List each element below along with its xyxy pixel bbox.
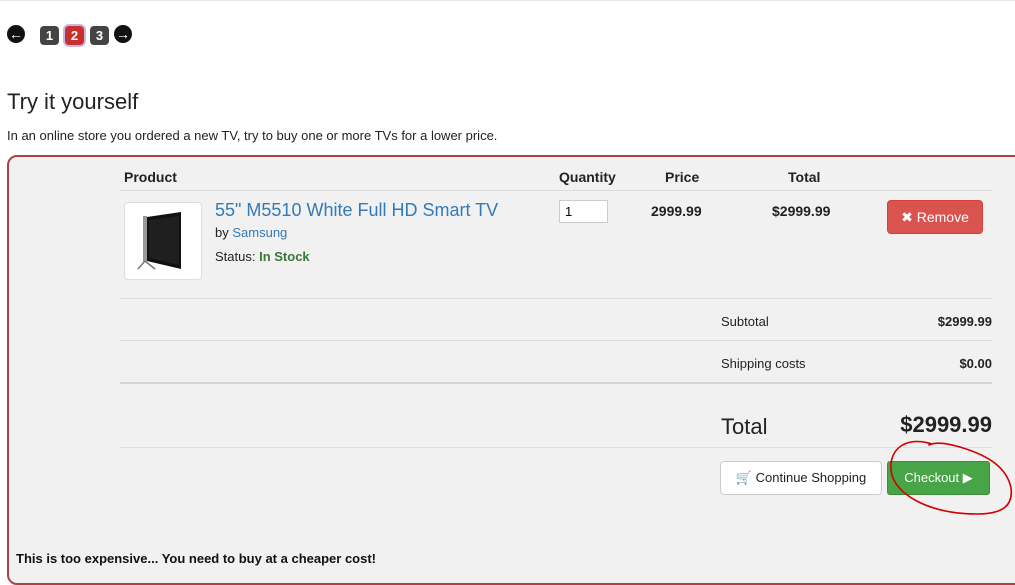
brand-link[interactable]: Samsung	[232, 225, 287, 240]
total-label: Total	[721, 414, 768, 439]
total-value: $2999.99	[900, 412, 992, 437]
remove-button-label: Remove	[916, 209, 969, 225]
subtotal-divider	[120, 340, 992, 341]
status-label: Status:	[215, 249, 256, 264]
product-thumbnail	[124, 202, 202, 280]
product-name-link[interactable]: 55" M5510 White Full HD Smart TV	[215, 200, 498, 221]
play-icon: ▶	[962, 470, 973, 485]
subtotal-label: Subtotal	[721, 314, 769, 329]
result-message: This is too expensive... You need to buy…	[16, 551, 377, 566]
product-brand-line: by Samsung	[215, 225, 287, 240]
shipping-divider	[120, 382, 992, 384]
total-divider	[120, 447, 992, 448]
continue-shopping-button[interactable]: 🛒 Continue Shopping	[720, 461, 882, 495]
item-divider	[120, 298, 992, 299]
page-3-button[interactable]: 3	[90, 26, 109, 45]
item-total: $2999.99	[772, 203, 831, 219]
page-1-button[interactable]: 1	[40, 26, 59, 45]
header-price: Price	[665, 169, 700, 185]
item-price: 2999.99	[651, 203, 702, 219]
subtotal-value: $2999.99	[937, 314, 992, 329]
checkout-label: Checkout	[904, 470, 960, 485]
arrow-left-icon[interactable]: ←	[7, 25, 25, 43]
continue-shopping-label: Continue Shopping	[755, 470, 867, 485]
checkout-button[interactable]: Checkout ▶	[887, 461, 990, 495]
arrow-right-icon[interactable]: →	[114, 25, 132, 43]
shopping-cart-icon: 🛒	[735, 470, 752, 485]
exercise-panel: Product Quantity Price Total 55" M5510 W…	[7, 155, 1015, 585]
header-total: Total	[788, 169, 821, 185]
by-prefix: by	[215, 225, 229, 240]
top-divider	[0, 0, 1015, 1]
times-icon: ✖	[901, 209, 913, 225]
exercise-description: In an online store you ordered a new TV,…	[7, 128, 498, 143]
quantity-input[interactable]	[559, 200, 608, 223]
header-divider	[120, 190, 992, 191]
status-value: In Stock	[259, 249, 310, 264]
remove-button[interactable]: ✖ Remove	[887, 200, 983, 234]
header-product: Product	[124, 169, 177, 185]
tv-icon	[137, 212, 181, 270]
shipping-label: Shipping costs	[721, 356, 806, 371]
product-status: Status: In Stock	[215, 249, 310, 264]
page-title: Try it yourself	[7, 89, 139, 114]
page-2-button[interactable]: 2	[65, 26, 84, 45]
header-quantity: Quantity	[559, 169, 616, 185]
shipping-value: $0.00	[959, 356, 992, 371]
